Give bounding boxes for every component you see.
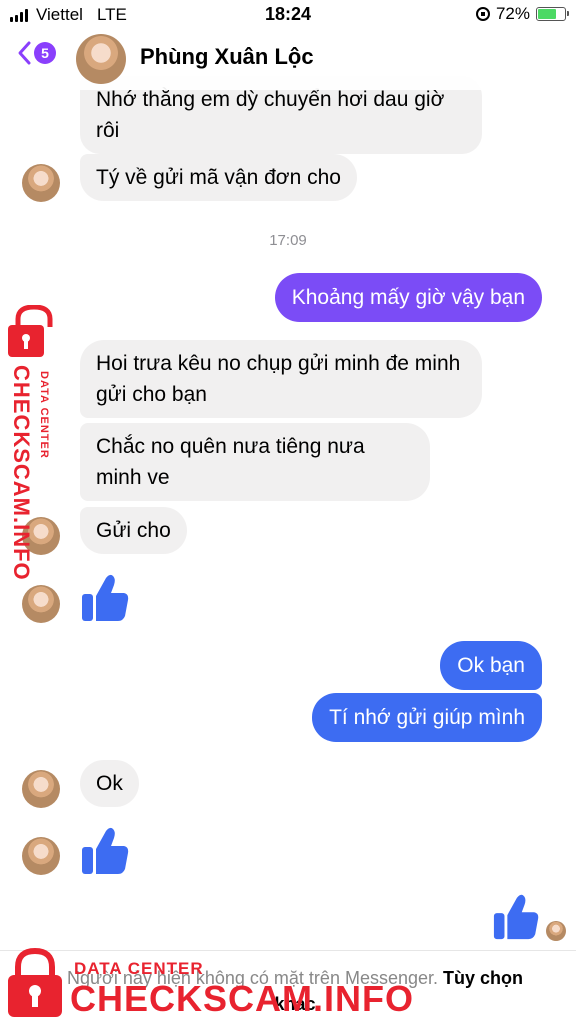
rotation-lock-icon xyxy=(475,7,490,21)
padlock-icon xyxy=(8,305,53,357)
thumbs-up-icon[interactable] xyxy=(80,572,130,624)
thumbs-up-icon[interactable] xyxy=(492,892,540,942)
message-outgoing[interactable]: Ok bạn xyxy=(440,641,542,690)
message-incoming[interactable]: Ok xyxy=(80,760,139,807)
conversation-header: 5 Phùng Xuân Lộc xyxy=(0,30,576,90)
status-right: 72% xyxy=(475,4,569,24)
message-incoming[interactable]: Tý về gửi mã vận đơn cho xyxy=(80,154,357,201)
contact-avatar[interactable] xyxy=(76,34,126,84)
back-button[interactable]: 5 xyxy=(16,40,56,66)
message-outgoing[interactable]: Khoảng mấy giờ vậy bạn xyxy=(274,273,542,322)
message-outgoing[interactable]: Tí nhớ gửi giúp mình xyxy=(312,693,542,742)
sender-avatar xyxy=(22,837,60,875)
watermark-bottom-small: DATA CENTER xyxy=(74,959,204,978)
watermark-bottom: DATA CENTER CHECKSCAM.INFO xyxy=(4,945,413,1021)
battery-icon xyxy=(536,7,569,21)
battery-percent: 72% xyxy=(495,4,530,23)
padlock-icon xyxy=(8,947,62,1017)
watermark-side: CHECKSCAM.INFO DATA CENTER xyxy=(2,305,62,595)
watermark-side-big-text: CHECKSCAM.INFO xyxy=(9,365,34,581)
contact-name[interactable]: Phùng Xuân Lộc xyxy=(140,44,314,70)
status-bar: Viettel LTE 18:24 72% xyxy=(0,0,576,30)
seen-avatar xyxy=(546,921,566,941)
unread-count-badge: 5 xyxy=(34,42,56,64)
chevron-left-icon xyxy=(18,41,31,65)
watermark-side-big: CHECKSCAM.INFO xyxy=(8,365,34,590)
message-incoming[interactable]: Hoi trưa kêu no chụp gửi minh đe minh gử… xyxy=(80,340,482,418)
battery-level xyxy=(538,9,556,19)
watermark-side-small: DATA CENTER xyxy=(38,371,50,459)
message-incoming[interactable]: Gửi cho xyxy=(80,507,187,554)
sender-avatar xyxy=(22,770,60,808)
message-incoming[interactable]: Chắc no quên nưa tiêng nưa minh ve xyxy=(80,423,430,501)
sender-avatar xyxy=(22,164,60,202)
time-separator: 17:09 xyxy=(269,232,307,249)
thumbs-up-icon[interactable] xyxy=(80,825,130,877)
watermark-bottom-big: CHECKSCAM.INFO xyxy=(70,978,414,1019)
